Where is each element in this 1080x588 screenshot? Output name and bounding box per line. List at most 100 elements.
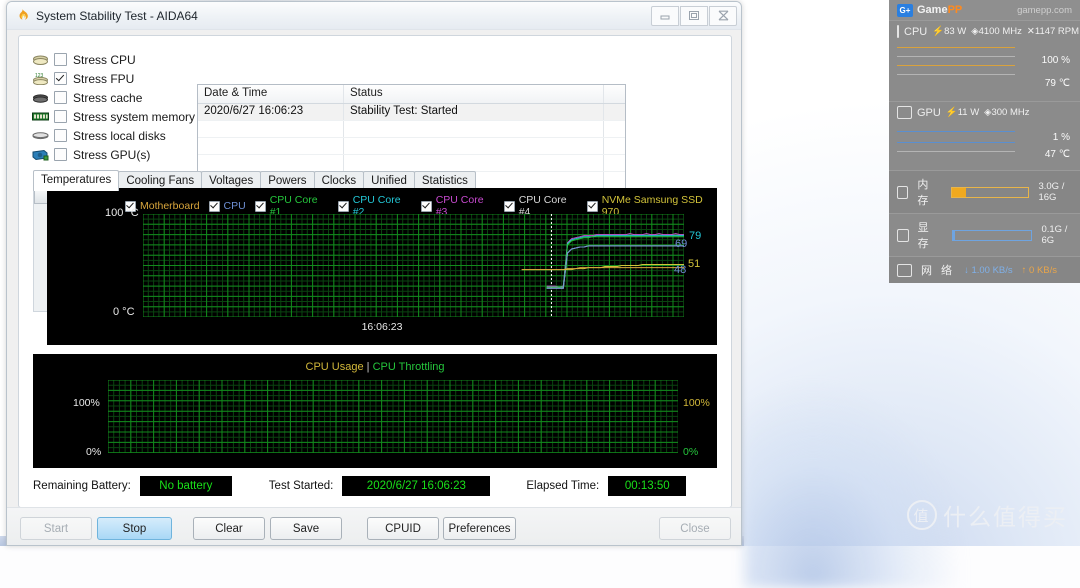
legend-checkbox[interactable] <box>337 200 349 212</box>
preferences-button[interactable]: Preferences <box>443 517 516 540</box>
tab-temperatures[interactable]: Temperatures <box>33 170 120 191</box>
cpu-temp-bar-2 <box>897 74 1015 75</box>
gamepp-gpu-clock: ◈300 MHz <box>984 107 1030 118</box>
stress-fpu-checkbox[interactable] <box>54 72 67 85</box>
network-upload-value: 0 KB/s <box>1029 264 1058 276</box>
table-row[interactable] <box>198 138 625 155</box>
gamepp-gpu-row: GPU ⚡11 W ◈300 MHz <box>897 106 1072 119</box>
legend-checkbox[interactable] <box>208 200 220 212</box>
gamepp-gpu-power: ⚡11 W <box>945 107 980 118</box>
stress-option-cpu[interactable]: Stress CPU <box>32 50 197 69</box>
stress-cpu-checkbox[interactable] <box>54 53 67 66</box>
stress-option-fpu[interactable]: 123 Stress FPU <box>32 69 197 88</box>
temperature-plot <box>142 213 685 318</box>
legend-checkbox[interactable] <box>586 200 598 212</box>
log-datetime: 2020/6/27 16:06:23 <box>198 104 344 120</box>
cache-chip-icon <box>32 91 49 105</box>
gamepp-cpu-power: ⚡83 W <box>932 26 967 37</box>
memory-module-icon <box>32 110 49 124</box>
aida64-flame-icon <box>15 8 30 23</box>
cpu-throttling-legend[interactable]: CPU Throttling <box>373 361 445 373</box>
stress-cache-checkbox[interactable] <box>54 91 67 104</box>
network-upload: ↑ 0 KB/s <box>1021 264 1058 276</box>
gpu-card-icon <box>32 148 49 162</box>
network-download: ↓ 1.00 KB/s <box>964 264 1013 276</box>
log-extra <box>604 104 625 120</box>
network-label: 网 络 <box>921 265 956 277</box>
gamepp-vram-row: 显 存 0.1G / 6G <box>889 213 1080 256</box>
stress-option-gpu[interactable]: Stress GPU(s) <box>32 145 197 164</box>
stress-option-label: Stress cache <box>73 90 143 105</box>
window-controls <box>651 5 741 26</box>
table-row[interactable]: 2020/6/27 16:06:23 Stability Test: Start… <box>198 104 625 121</box>
log-status: Stability Test: Started <box>344 104 604 120</box>
stress-option-disks[interactable]: Stress local disks <box>32 126 197 145</box>
cpuid-button[interactable]: CPUID <box>367 517 439 540</box>
aida64-window: System Stability Test - AIDA64 Stress CP… <box>6 1 742 546</box>
gamepp-brand-right: PP <box>947 4 963 16</box>
vram-value: 0.1G / 6G <box>1041 224 1068 246</box>
cpu-usage-legend[interactable]: CPU Usage <box>306 361 364 373</box>
save-button[interactable]: Save <box>270 517 342 540</box>
series-3 <box>546 245 684 289</box>
stress-disks-checkbox[interactable] <box>54 129 67 142</box>
stress-option-cache[interactable]: Stress cache <box>32 88 197 107</box>
stress-option-label: Stress FPU <box>73 71 135 86</box>
gamepp-cpu-clock: ◈4100 MHz <box>971 26 1022 37</box>
legend-checkbox[interactable] <box>503 200 515 212</box>
stop-button[interactable]: Stop <box>97 517 172 540</box>
cpu-usage-bar <box>897 47 1015 48</box>
gpu-temp-bar-2 <box>897 151 1015 152</box>
cpu-usage-value: 100 % <box>1041 55 1070 66</box>
scrollbar-thumb[interactable] <box>34 189 48 204</box>
network-download-value: 1.00 KB/s <box>971 264 1013 276</box>
column-header-datetime[interactable]: Date & Time <box>198 85 344 103</box>
temp-end-label-2: 48 <box>674 264 687 276</box>
start-button[interactable]: Start <box>20 517 92 540</box>
gpu-usage-bar <box>897 131 1015 132</box>
legend-checkbox[interactable] <box>420 200 432 212</box>
gamepp-overlay: G+ GamePP gamepp.com CPU ⚡83 W ◈4100 MHz… <box>889 0 1080 283</box>
stress-option-memory[interactable]: Stress system memory <box>32 107 197 126</box>
table-row[interactable] <box>198 121 625 138</box>
gamepp-cpu-label: CPU <box>904 25 928 38</box>
gamepp-logo-icon: G+ <box>897 3 913 17</box>
cpu-axis-left-max: 100% <box>73 397 100 409</box>
vram-badge-icon <box>897 228 909 242</box>
minimize-button[interactable] <box>651 5 679 26</box>
cpu-usage-chart: CPU Usage | CPU Throttling 100% 0% 100% … <box>33 354 717 468</box>
cpu-fan-value: 1147 RPM <box>1034 26 1080 37</box>
gamepp-cpu-section: CPU ⚡83 W ◈4100 MHz ✕1147 RPM 100 % 79 ℃ <box>889 20 1080 101</box>
gamepp-gpu-label: GPU <box>917 106 941 119</box>
temp-axis-time: 16:06:23 <box>361 321 403 333</box>
clear-button[interactable]: Clear <box>193 517 265 540</box>
gamepp-brand-left: Game <box>917 4 948 16</box>
column-header-extra[interactable] <box>604 85 625 103</box>
memory-meter <box>950 186 1030 198</box>
cpu-clock-value: 4100 MHz <box>978 26 1022 37</box>
stress-option-label: Stress system memory <box>73 109 196 124</box>
window-title: System Stability Test - AIDA64 <box>36 8 198 23</box>
gamepp-brand: GamePP <box>917 4 962 16</box>
temp-series <box>521 214 684 317</box>
temp-end-label-1: 69 <box>675 238 688 250</box>
legend-item-1[interactable]: CPU <box>208 200 246 212</box>
watermark: 值 什么值得买 <box>907 498 1068 532</box>
gamepp-network-row: 网 络 ↓ 1.00 KB/s ↑ 0 KB/s <box>889 256 1080 283</box>
stress-option-label: Stress CPU <box>73 52 136 67</box>
temp-end-label-3: 51 <box>688 258 701 270</box>
maximize-button[interactable] <box>680 5 708 26</box>
battery-value: No battery <box>139 476 232 496</box>
close-dialog-button[interactable]: Close <box>659 517 731 540</box>
network-badge-icon <box>897 263 912 277</box>
column-header-status[interactable]: Status <box>344 85 604 103</box>
gamepp-header: G+ GamePP gamepp.com <box>889 0 1080 20</box>
fpu-chip-icon: 123 <box>32 72 49 86</box>
legend-checkbox[interactable] <box>254 200 266 212</box>
close-button[interactable] <box>709 5 737 26</box>
cpu-power-value: 83 W <box>944 26 967 37</box>
temp-axis-max: 100 °C <box>105 207 139 219</box>
temp-end-label-0: 79 <box>689 230 702 242</box>
stress-gpu-checkbox[interactable] <box>54 148 67 161</box>
stress-memory-checkbox[interactable] <box>54 110 67 123</box>
